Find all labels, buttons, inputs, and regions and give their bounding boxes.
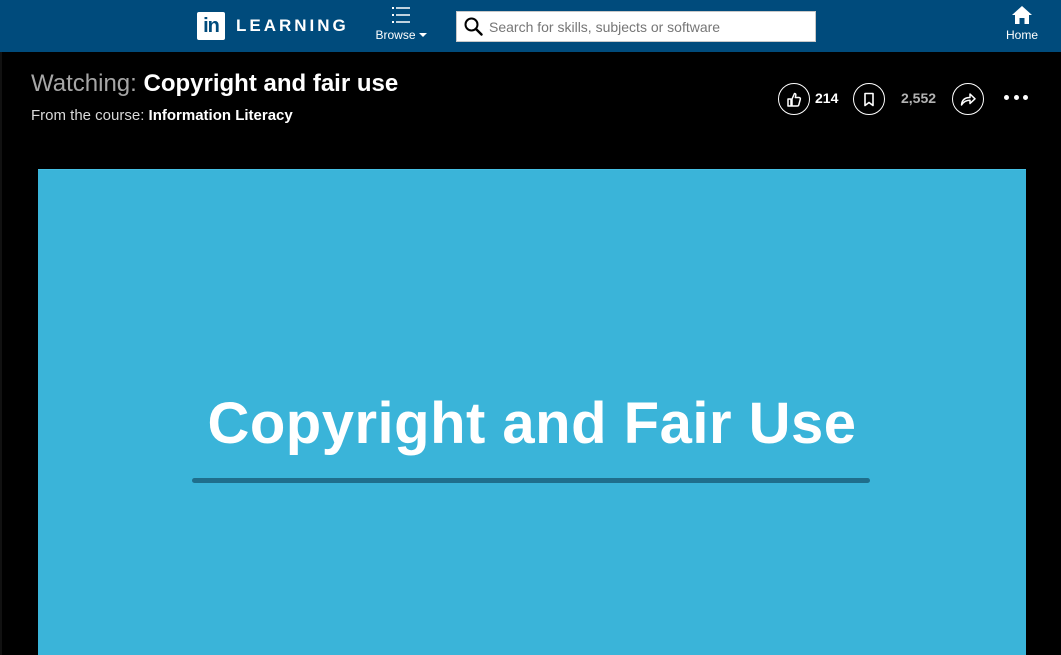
chevron-down-icon bbox=[418, 32, 427, 37]
course-link[interactable]: Information Literacy bbox=[149, 107, 293, 124]
logo-text: LEARNING bbox=[236, 16, 349, 35]
page-title: Watching: Copyright and fair use bbox=[31, 70, 398, 98]
like-button[interactable] bbox=[778, 83, 810, 115]
slide-title: Copyright and Fair Use bbox=[207, 391, 857, 456]
linkedin-learning-logo[interactable]: in LEARNING bbox=[197, 12, 349, 40]
save-count: 2,552 bbox=[901, 90, 937, 106]
like-count: 214 bbox=[815, 90, 839, 106]
course-info: From the course: Information Literacy bbox=[31, 107, 398, 124]
home-label: Home bbox=[1005, 28, 1038, 42]
search-input[interactable] bbox=[489, 13, 809, 40]
linkedin-logo: in bbox=[197, 12, 225, 40]
video-player[interactable]: Copyright and Fair Use bbox=[38, 169, 1026, 655]
save-button[interactable] bbox=[853, 83, 885, 115]
browse-grid-icon bbox=[392, 7, 410, 23]
search-box[interactable] bbox=[456, 11, 816, 42]
bookmark-icon bbox=[864, 92, 874, 106]
search-icon bbox=[464, 17, 483, 36]
browse-label: Browse bbox=[375, 28, 416, 42]
thumbs-up-icon bbox=[787, 92, 802, 107]
share-icon bbox=[960, 93, 976, 106]
video-title: Copyright and fair use bbox=[143, 70, 399, 97]
slide-underline bbox=[192, 478, 870, 483]
share-button[interactable] bbox=[952, 83, 984, 115]
top-navigation-bar: in LEARNING Browse Home bbox=[0, 0, 1061, 52]
more-icon bbox=[1004, 95, 1009, 100]
home-nav-button[interactable]: Home bbox=[1000, 5, 1044, 47]
page-edge-divider bbox=[0, 52, 2, 655]
video-title-area: Watching: Copyright and fair use From th… bbox=[31, 70, 398, 124]
more-options-button[interactable] bbox=[1004, 95, 1028, 101]
browse-menu-button[interactable]: Browse bbox=[372, 6, 430, 48]
watching-prefix: Watching: bbox=[31, 70, 137, 97]
home-icon bbox=[1012, 6, 1032, 24]
course-prefix: From the course: bbox=[31, 107, 145, 124]
